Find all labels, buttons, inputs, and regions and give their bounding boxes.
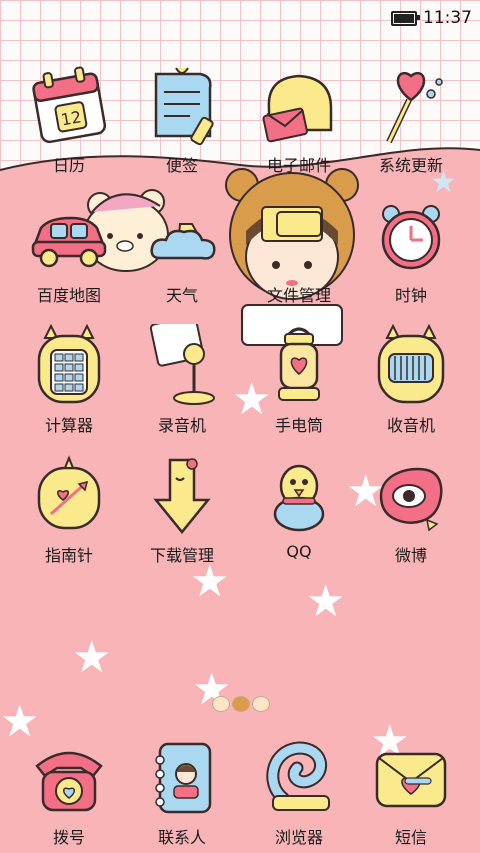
star-decoration: ★ <box>72 632 112 683</box>
dock-app-contacts[interactable]: 联系人 <box>122 728 242 853</box>
app-compass[interactable]: 指南针 <box>9 446 129 576</box>
app-system-update[interactable]: 系统更新 <box>351 56 471 186</box>
cloud-icon <box>150 223 216 260</box>
app-radio[interactable]: 收音机 <box>351 316 471 446</box>
battery-icon <box>391 10 420 26</box>
calendar-icon: 12 <box>32 66 107 144</box>
browser-icon <box>266 741 330 811</box>
dock-label: 拨号 <box>52 828 85 847</box>
app-label: 手电筒 <box>274 416 323 435</box>
app-baidu-map[interactable]: 百度地图 <box>9 186 129 316</box>
app-file-manager[interactable]: 文件管理 <box>239 186 359 316</box>
microphone-icon <box>149 324 215 405</box>
app-label: 百度地图 <box>36 286 101 305</box>
dock-app-phone[interactable]: 拨号 <box>9 728 129 853</box>
envelope-icon <box>375 752 447 808</box>
page-indicator[interactable] <box>212 696 270 712</box>
app-label: 系统更新 <box>378 156 443 175</box>
notepad-icon <box>154 67 214 146</box>
app-email[interactable]: 电子邮件 <box>239 56 359 186</box>
weibo-icon <box>379 467 443 532</box>
app-label: 文件管理 <box>266 286 331 305</box>
app-weather[interactable]: 天气 <box>122 186 242 316</box>
status-clock: 11:37 <box>423 8 472 28</box>
app-clock[interactable]: 时钟 <box>351 186 471 316</box>
app-recorder[interactable]: 录音机 <box>122 316 242 446</box>
app-label: 计算器 <box>44 416 93 435</box>
app-label: 指南针 <box>44 546 93 565</box>
svg-text:12: 12 <box>59 107 82 129</box>
download-icon <box>153 458 211 534</box>
dock-app-messages[interactable]: 短信 <box>351 728 471 853</box>
lantern-icon <box>278 327 320 401</box>
app-calendar[interactable]: 12 日历 <box>9 56 129 186</box>
app-label: 收音机 <box>386 416 435 435</box>
dock-app-browser[interactable]: 浏览器 <box>239 728 359 853</box>
dock-label: 联系人 <box>157 828 206 847</box>
contacts-book-icon <box>155 742 212 814</box>
app-label: 日历 <box>52 156 85 175</box>
clock-icon <box>381 205 441 270</box>
page-dot[interactable] <box>212 696 230 712</box>
app-label: 录音机 <box>157 416 206 435</box>
app-label: QQ <box>286 542 312 561</box>
app-notes[interactable]: 便签 <box>122 56 242 186</box>
home-screen: ★ ★ ★ ★ ★ ★ ★ ★ ★ 11:37 12 日历 便签 电子邮件 系统… <box>0 0 480 853</box>
app-qq[interactable]: QQ <box>239 446 359 576</box>
car-icon <box>31 216 107 268</box>
app-label: 微博 <box>394 546 427 565</box>
star-decoration: ★ <box>306 576 346 627</box>
app-weibo[interactable]: 微博 <box>351 446 471 576</box>
dock-label: 短信 <box>394 828 427 847</box>
app-label: 电子邮件 <box>266 156 331 175</box>
status-bar: 11:37 <box>391 8 472 28</box>
folder-icon <box>276 211 322 237</box>
compass-icon <box>37 455 101 530</box>
penguin-icon <box>273 464 325 532</box>
calculator-icon <box>37 324 101 404</box>
app-label: 天气 <box>165 286 198 305</box>
mail-icon <box>262 74 333 143</box>
app-calculator[interactable]: 计算器 <box>9 316 129 446</box>
telephone-icon <box>35 751 103 812</box>
page-dot[interactable] <box>252 696 270 712</box>
app-flashlight[interactable]: 手电筒 <box>239 316 359 446</box>
app-label: 时钟 <box>394 286 427 305</box>
lollipop-icon <box>386 72 443 144</box>
page-dot-active[interactable] <box>232 696 250 712</box>
app-label: 便签 <box>165 156 198 175</box>
radio-icon <box>377 324 445 404</box>
app-download-manager[interactable]: 下载管理 <box>122 446 242 576</box>
app-label: 下载管理 <box>149 546 214 565</box>
dock-label: 浏览器 <box>274 828 323 847</box>
